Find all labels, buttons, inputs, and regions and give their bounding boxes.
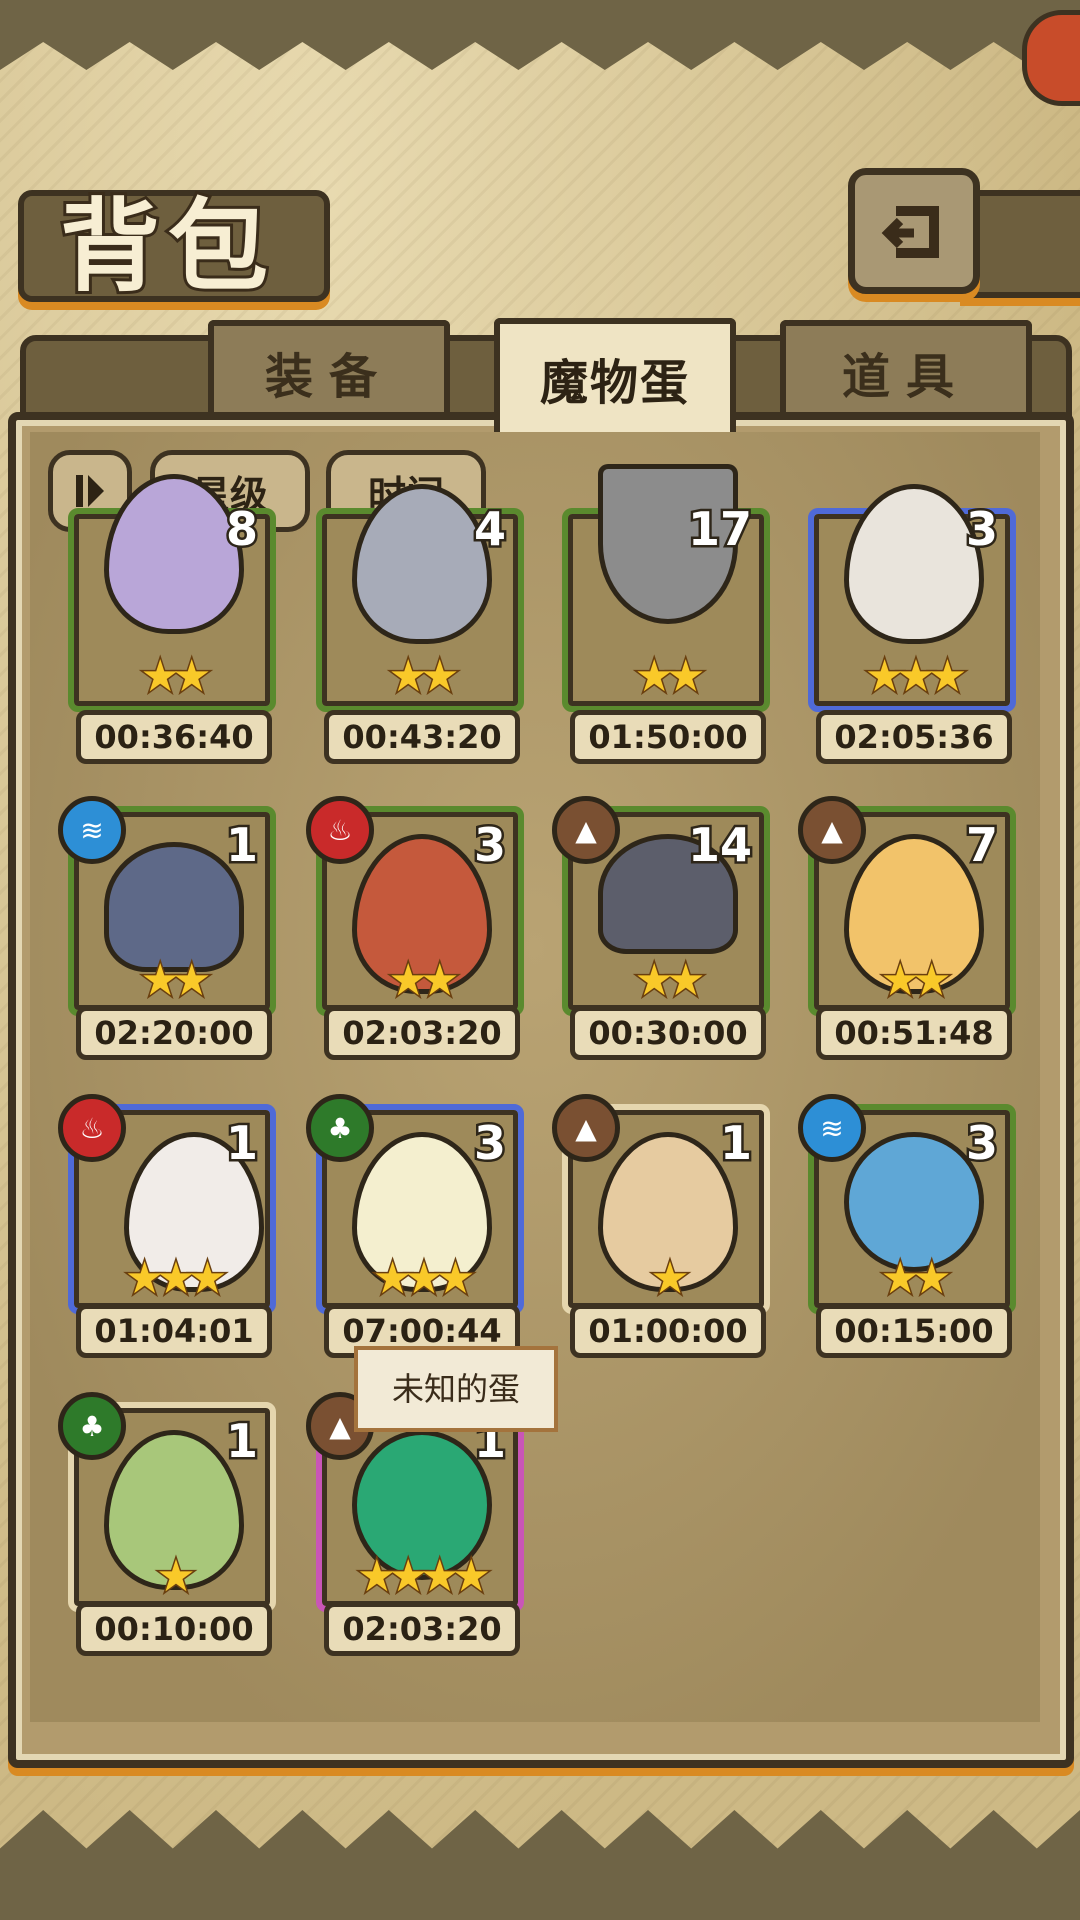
egg-count: 1 [223,1412,260,1471]
egg-card[interactable]: ♨ 1 ★★★ [58,1094,276,1314]
egg-card[interactable]: 8 ★★ [68,474,276,712]
egg-stars: ★★★★ [356,1550,493,1604]
tab-monster-eggs-label: 魔物蛋 [539,355,690,411]
egg-count: 1 [717,1114,754,1173]
egg-timer: 00:36:40 [76,710,272,764]
egg-timer: 02:03:20 [324,1006,520,1060]
egg-timer: 01:04:01 [76,1304,272,1358]
egg-count: 8 [223,500,260,559]
egg-count: 1 [223,816,260,875]
tab-monster-eggs[interactable]: 魔物蛋 [494,318,736,432]
back-button[interactable] [848,168,980,294]
egg-stars: ★★ [387,954,461,1008]
egg-card[interactable]: ≋ 1 ★★ [58,796,276,1016]
egg-stars: ★★★ [863,650,968,704]
egg-image [352,484,492,644]
egg-timer: 00:15:00 [816,1304,1012,1358]
egg-count: 14 [685,816,754,875]
earth-icon: ▲ [552,1094,620,1162]
tab-items[interactable]: 道具 [780,320,1032,418]
egg-card[interactable]: ♨ 3 ★★ [306,796,524,1016]
egg-timer: 02:20:00 [76,1006,272,1060]
fire-icon: ♨ [306,796,374,864]
egg-card[interactable]: ▲ 14 ★★ [552,796,770,1016]
egg-stars: ★★ [633,954,707,1008]
egg-stars: ★★ [139,650,213,704]
egg-image [844,1132,984,1272]
egg-card[interactable]: 3 ★★★ [808,484,1016,712]
egg-card[interactable]: ▲ 1 ★ [552,1094,770,1314]
earth-icon: ▲ [798,796,866,864]
return-arrow-icon [881,206,939,258]
egg-stars: ★ [649,1252,691,1306]
egg-timer: 01:50:00 [570,710,766,764]
egg-image [104,842,244,972]
water-icon: ≋ [58,796,126,864]
egg-stars: ★★ [879,1252,953,1306]
egg-timer: 00:10:00 [76,1602,272,1656]
egg-card[interactable]: 4 ★★ [316,484,524,712]
tab-items-label: 道具 [841,349,970,405]
egg-timer: 01:00:00 [570,1304,766,1358]
water-icon: ≋ [798,1094,866,1162]
egg-count: 3 [471,816,508,875]
leaf-icon: ♣ [306,1094,374,1162]
egg-count: 7 [963,816,1000,875]
egg-stars: ★★ [139,954,213,1008]
egg-card[interactable]: ▲ 1 ★★★★ [306,1392,524,1612]
egg-card[interactable]: 17 ★★ [562,464,770,712]
egg-count: 3 [963,500,1000,559]
egg-stars: ★★★ [123,1252,228,1306]
egg-card[interactable]: ♣ 3 ★★★ [306,1094,524,1314]
corner-menu-button[interactable] [1022,10,1080,106]
egg-stars: ★★ [879,954,953,1008]
egg-count: 1 [223,1114,260,1173]
egg-stars: ★ [155,1550,197,1604]
egg-count: 3 [471,1114,508,1173]
tab-equipment-label: 装备 [264,349,393,405]
page-title: 背包 [57,185,276,308]
egg-count: 17 [685,500,754,559]
egg-count: 4 [471,500,508,559]
egg-timer: 00:51:48 [816,1006,1012,1060]
tab-equipment[interactable]: 装备 [208,320,450,418]
egg-card[interactable]: ▲ 7 ★★ [798,796,1016,1016]
egg-count: 3 [963,1114,1000,1173]
earth-icon: ▲ [552,796,620,864]
sort-order-icon [76,475,104,507]
egg-tooltip: 未知的蛋 [354,1346,558,1432]
fire-icon: ♨ [58,1094,126,1162]
egg-timer: 02:03:20 [324,1602,520,1656]
egg-stars: ★★ [633,650,707,704]
egg-card[interactable]: ♣ 1 ★ [58,1392,276,1612]
egg-timer: 00:30:00 [570,1006,766,1060]
leaf-icon: ♣ [58,1392,126,1460]
egg-card[interactable]: ≋ 3 ★★ [798,1094,1016,1314]
egg-stars: ★★ [387,650,461,704]
egg-timer: 02:05:36 [816,710,1012,764]
egg-image [844,484,984,644]
egg-timer: 00:43:20 [324,710,520,764]
egg-stars: ★★★ [371,1252,476,1306]
